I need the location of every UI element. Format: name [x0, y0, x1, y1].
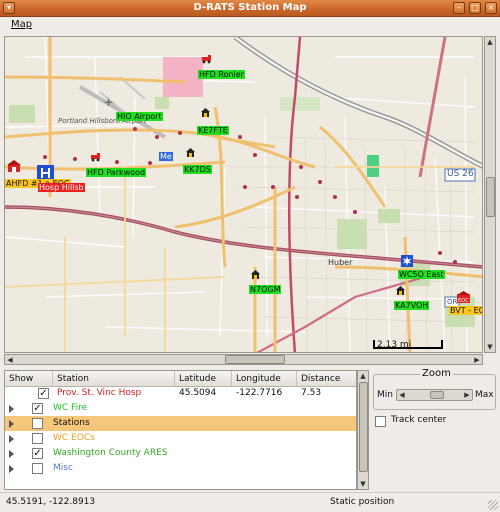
expander-icon[interactable]	[9, 435, 14, 443]
zoom-right-arrow-icon[interactable]: ▶	[462, 390, 472, 400]
track-center-label[interactable]: Track center	[391, 415, 446, 425]
table-row[interactable]: WC EOCs	[5, 431, 356, 446]
station-label-bvt-eoc[interactable]: BVT - EO	[449, 306, 482, 315]
station-label-n7ogm[interactable]: N7OGM	[249, 285, 282, 294]
fire-truck-icon[interactable]	[91, 152, 102, 162]
scroll-up-arrow-icon[interactable]: ▲	[358, 371, 368, 381]
cursor-coordinates: 45.5191, -122.8913	[6, 497, 96, 507]
scroll-down-arrow-icon[interactable]: ▼	[358, 479, 368, 489]
station-label-ke7fte[interactable]: KE7FTE	[197, 126, 229, 135]
street-label-huber: Huber	[328, 258, 353, 267]
table-row[interactable]: ✓ Prov. St. Vinc Hosp 45.5094 -122.7716 …	[5, 386, 356, 401]
map-horizontal-scroll-thumb[interactable]	[225, 355, 285, 364]
list-scroll-thumb[interactable]	[359, 382, 368, 472]
station-label-wc5o-east[interactable]: WC5O East	[398, 270, 445, 279]
map-horizontal-scrollbar[interactable]: ◀ ▶	[4, 354, 483, 365]
column-header-longitude[interactable]: Longitude	[232, 371, 297, 387]
scroll-right-arrow-icon[interactable]: ▶	[472, 355, 482, 365]
map-view[interactable]: Portland Hillsboro Airport US 26 Huber O…	[4, 36, 483, 353]
station-latitude: 45.5094	[179, 388, 217, 398]
group-name: Washington County ARES	[53, 448, 168, 458]
show-checkbox[interactable]: ✓	[32, 403, 43, 414]
show-checkbox[interactable]: ✓	[32, 448, 43, 459]
svg-text:EOC: EOC	[458, 298, 469, 303]
zoom-slider-thumb[interactable]	[430, 391, 444, 399]
show-checkbox[interactable]	[32, 418, 43, 429]
zoom-left-arrow-icon[interactable]: ◀	[397, 390, 407, 400]
station-longitude: -122.7716	[236, 388, 283, 398]
group-name: Misc	[53, 463, 73, 473]
track-center-checkbox[interactable]	[375, 416, 386, 427]
map-vertical-scrollbar[interactable]: ▲ ▼	[484, 36, 496, 353]
scroll-up-arrow-icon[interactable]: ▲	[485, 37, 495, 47]
station-label-kk7ds[interactable]: KK7DS	[183, 165, 212, 174]
station-label-ka7voh[interactable]: KA7VOH	[394, 301, 430, 310]
highway-shield-us26: US 26	[447, 169, 474, 179]
station-list[interactable]: Show Station Latitude Longitude Distance…	[4, 370, 357, 490]
position-mode: Static position	[330, 497, 395, 507]
show-checkbox[interactable]	[32, 463, 43, 474]
eoc-icon[interactable]: EOC	[457, 291, 470, 303]
expander-icon[interactable]	[9, 465, 14, 473]
table-row[interactable]: ✓ WC Fire	[5, 401, 356, 416]
status-bar: 45.5191, -122.8913 Static position	[0, 492, 500, 512]
station-label-hfd-parkwood[interactable]: HFD Parkwood	[86, 168, 147, 177]
minimize-button[interactable]: –	[453, 2, 465, 14]
group-name: WC Fire	[53, 403, 88, 413]
zoom-slider[interactable]: ◀ ▶	[396, 389, 473, 401]
table-row[interactable]: ✓ Washington County ARES	[5, 446, 356, 461]
map-menu[interactable]: Map	[11, 19, 32, 30]
column-header-latitude[interactable]: Latitude	[175, 371, 232, 387]
group-name: WC EOCs	[53, 433, 95, 443]
expander-icon[interactable]	[9, 420, 14, 428]
fire-station-icon[interactable]	[7, 160, 21, 173]
group-name: Stations	[53, 418, 90, 428]
scroll-down-arrow-icon[interactable]: ▼	[485, 342, 495, 352]
resize-grip-icon[interactable]	[488, 500, 498, 510]
show-checkbox[interactable]	[32, 433, 43, 444]
expander-icon[interactable]	[9, 450, 14, 458]
window-title: D-RATS Station Map	[193, 2, 307, 13]
map-vertical-scroll-thumb[interactable]	[486, 177, 495, 217]
column-header-show[interactable]: Show	[5, 371, 53, 387]
house-icon[interactable]	[250, 269, 261, 279]
station-name: Prov. St. Vinc Hosp	[57, 388, 142, 398]
star-of-life-icon[interactable]	[401, 255, 413, 267]
table-row[interactable]: Stations	[5, 416, 356, 431]
maximize-button[interactable]: □	[469, 2, 481, 14]
column-header-station[interactable]: Station	[53, 371, 175, 387]
house-icon[interactable]	[185, 147, 196, 157]
show-checkbox[interactable]: ✓	[38, 388, 49, 399]
table-row[interactable]: Misc	[5, 461, 356, 476]
station-label-hio-airport[interactable]: HIO Airport	[116, 112, 163, 121]
station-label-hfd-ronler[interactable]: HFD Ronler	[198, 70, 245, 79]
zoom-min-label: Min	[377, 390, 393, 400]
station-distance: 7.53	[301, 388, 322, 398]
station-label-me[interactable]: Me	[159, 152, 173, 161]
menu-bar: Map	[0, 17, 500, 34]
fire-truck-icon[interactable]	[202, 54, 213, 64]
airplane-icon[interactable]	[103, 97, 114, 107]
expander-icon[interactable]	[9, 405, 14, 413]
station-map-window: ▾ D-RATS Station Map – □ × Map Portland …	[0, 0, 500, 512]
zoom-max-label: Max	[475, 390, 494, 400]
column-header-distance[interactable]: Distance	[297, 371, 356, 387]
close-button[interactable]: ×	[485, 2, 497, 14]
map-scale-label: 2.13 mi	[377, 340, 412, 350]
house-icon[interactable]	[395, 285, 406, 295]
house-icon[interactable]	[200, 107, 211, 117]
zoom-title: Zoom	[420, 368, 453, 379]
scroll-left-arrow-icon[interactable]: ◀	[5, 355, 15, 365]
station-label-hosp-hills[interactable]: Hosp Hillsb	[38, 183, 85, 192]
title-bar[interactable]: ▾ D-RATS Station Map – □ ×	[0, 0, 500, 17]
list-vertical-scrollbar[interactable]: ▲ ▼	[357, 370, 369, 490]
